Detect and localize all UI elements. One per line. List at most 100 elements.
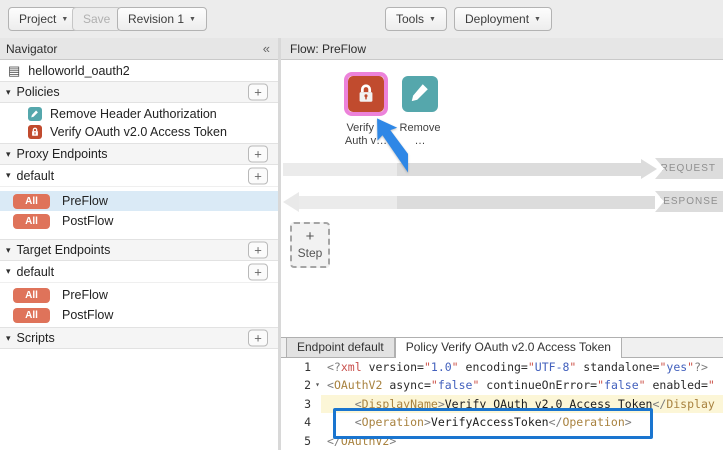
plus-icon: + <box>254 147 262 162</box>
deployment-menu-label: Deployment <box>465 12 529 26</box>
line-number: 5 <box>281 432 321 450</box>
flow-header: Flow: PreFlow <box>281 38 723 60</box>
tab-policy-verify-oauth[interactable]: Policy Verify OAuth v2.0 Access Token <box>395 337 622 358</box>
sidebar-section-target-endpoints[interactable]: ▾ Target Endpoints + <box>0 239 278 261</box>
group-label: default <box>17 265 55 279</box>
deployment-menu-button[interactable]: Deployment ▼ <box>454 7 552 31</box>
flow-label: PreFlow <box>62 288 108 302</box>
code-editor[interactable]: 1 <?xml version="1.0" encoding="UTF-8" s… <box>281 358 723 450</box>
plus-icon: + <box>254 331 262 346</box>
sidebar-section-proxy-endpoints[interactable]: ▾ Proxy Endpoints + <box>0 143 278 165</box>
save-button[interactable]: Save <box>72 7 121 31</box>
caret-down-icon: ▾ <box>6 87 11 98</box>
add-step-label: Step <box>298 246 323 260</box>
caret-down-icon: ▾ <box>6 245 11 256</box>
sidebar-group-target-default[interactable]: ▾ default + <box>0 261 278 283</box>
flow-header-title: Flow: PreFlow <box>290 42 366 56</box>
revision-menu-label: Revision 1 <box>128 12 184 26</box>
sidebar-group-proxy-default[interactable]: ▾ default + <box>0 165 278 187</box>
caret-down-icon: ▾ <box>6 266 11 277</box>
response-flow-bar <box>299 196 397 209</box>
all-badge: All <box>13 194 50 209</box>
tools-menu-label: Tools <box>396 12 424 26</box>
code-line[interactable]: 4 <Operation>VerifyAccessToken</Operatio… <box>281 413 723 431</box>
add-target-endpoint-button[interactable]: + <box>248 242 268 259</box>
section-label: Target Endpoints <box>17 243 111 257</box>
code-line[interactable]: 1 <?xml version="1.0" encoding="UTF-8" s… <box>281 358 723 376</box>
flow-panel: Verify OAuth v… Remove… REQUEST RESPONSE… <box>281 60 723 450</box>
plus-icon: + <box>306 230 315 244</box>
apigee-proxy-editor: Project ▼ Save Revision 1 ▼ Tools ▼ Depl… <box>0 0 723 450</box>
chevron-down-icon: ▼ <box>189 16 196 23</box>
pencil-icon <box>28 107 42 121</box>
fold-icon[interactable]: ▾ <box>315 376 320 394</box>
sidebar-item-proxy-preflow[interactable]: All PreFlow <box>0 191 278 211</box>
plus-icon: + <box>254 168 262 183</box>
chevron-down-icon: ▼ <box>61 16 68 23</box>
tab-endpoint-default[interactable]: Endpoint default <box>286 337 395 357</box>
tools-menu-button[interactable]: Tools ▼ <box>385 7 447 31</box>
sidebar-item-policy-verify-oauth[interactable]: Verify OAuth v2.0 Access Token <box>0 123 278 141</box>
sidebar-section-scripts[interactable]: ▾ Scripts + <box>0 327 278 349</box>
policy-label: Verify OAuth v2.0 Access Token <box>50 125 227 139</box>
all-badge: All <box>13 288 50 303</box>
all-badge: All <box>13 308 50 323</box>
add-step-button[interactable]: + Step <box>290 222 330 268</box>
add-target-flow-button[interactable]: + <box>248 263 268 280</box>
response-label: RESPONSE <box>655 191 723 212</box>
caret-down-icon: ▾ <box>6 333 11 344</box>
flow-step-verify-oauth[interactable] <box>344 72 388 116</box>
toolbar: Project ▼ Save Revision 1 ▼ Tools ▼ Depl… <box>0 0 723 39</box>
section-label: Scripts <box>17 331 55 345</box>
save-button-label: Save <box>83 12 110 26</box>
bundle-icon: ▤ <box>8 64 20 77</box>
collapse-sidebar-icon[interactable]: « <box>263 41 270 56</box>
all-badge: All <box>13 214 50 229</box>
line-number: 3 <box>281 395 321 413</box>
annotation-arrow-icon <box>368 114 408 180</box>
policy-label: Remove Header Authorization <box>50 107 217 121</box>
request-flow-bar <box>397 163 641 176</box>
sidebar-section-policies[interactable]: ▾ Policies + <box>0 81 278 103</box>
caret-down-icon: ▾ <box>6 149 11 160</box>
navigator-header: Navigator « <box>0 38 278 60</box>
flow-label: PreFlow <box>62 194 108 208</box>
flow-label: PostFlow <box>62 308 113 322</box>
code-editor-panel: Endpoint default Policy Verify OAuth v2.… <box>281 337 723 450</box>
response-flow-bar <box>397 196 655 209</box>
project-menu-label: Project <box>19 12 56 26</box>
sidebar-item-bundle[interactable]: ▤ helloworld_oauth2 <box>0 60 278 81</box>
line-number: 4 <box>281 413 321 431</box>
revision-menu-button[interactable]: Revision 1 ▼ <box>117 7 207 31</box>
lock-icon <box>28 125 42 139</box>
code-line[interactable]: 3 <DisplayName>Verify OAuth v2.0 Access … <box>281 395 723 413</box>
sidebar-item-proxy-postflow[interactable]: All PostFlow <box>0 211 278 231</box>
section-label: Proxy Endpoints <box>17 147 108 161</box>
chevron-down-icon: ▼ <box>534 16 541 23</box>
add-proxy-flow-button[interactable]: + <box>248 167 268 184</box>
navigator-panel: ▤ helloworld_oauth2 ▾ Policies + Remove … <box>0 60 278 450</box>
response-arrowhead-icon <box>283 192 299 212</box>
sidebar-item-target-preflow[interactable]: All PreFlow <box>0 285 278 305</box>
project-menu-button[interactable]: Project ▼ <box>8 7 79 31</box>
add-script-button[interactable]: + <box>248 330 268 347</box>
line-number: 2▾ <box>281 376 321 394</box>
line-number: 1 <box>281 358 321 376</box>
sidebar-item-target-postflow[interactable]: All PostFlow <box>0 305 278 325</box>
flow-step-remove-header[interactable] <box>402 76 438 112</box>
code-line[interactable]: 2▾ <OAuthV2 async="false" continueOnErro… <box>281 376 723 394</box>
chevron-down-icon: ▼ <box>429 16 436 23</box>
plus-icon: + <box>254 264 262 279</box>
plus-icon: + <box>254 85 262 100</box>
editor-tab-bar: Endpoint default Policy Verify OAuth v2.… <box>281 337 723 358</box>
add-proxy-endpoint-button[interactable]: + <box>248 146 268 163</box>
sidebar-item-policy-remove-header[interactable]: Remove Header Authorization <box>0 105 278 123</box>
add-policy-button[interactable]: + <box>248 84 268 101</box>
group-label: default <box>17 169 55 183</box>
pencil-icon <box>409 81 431 108</box>
code-line[interactable]: 5 </OAuthV2> <box>281 432 723 450</box>
plus-icon: + <box>254 243 262 258</box>
request-label: REQUEST <box>655 158 723 179</box>
request-arrowhead-icon <box>641 159 657 179</box>
flow-label: PostFlow <box>62 214 113 228</box>
